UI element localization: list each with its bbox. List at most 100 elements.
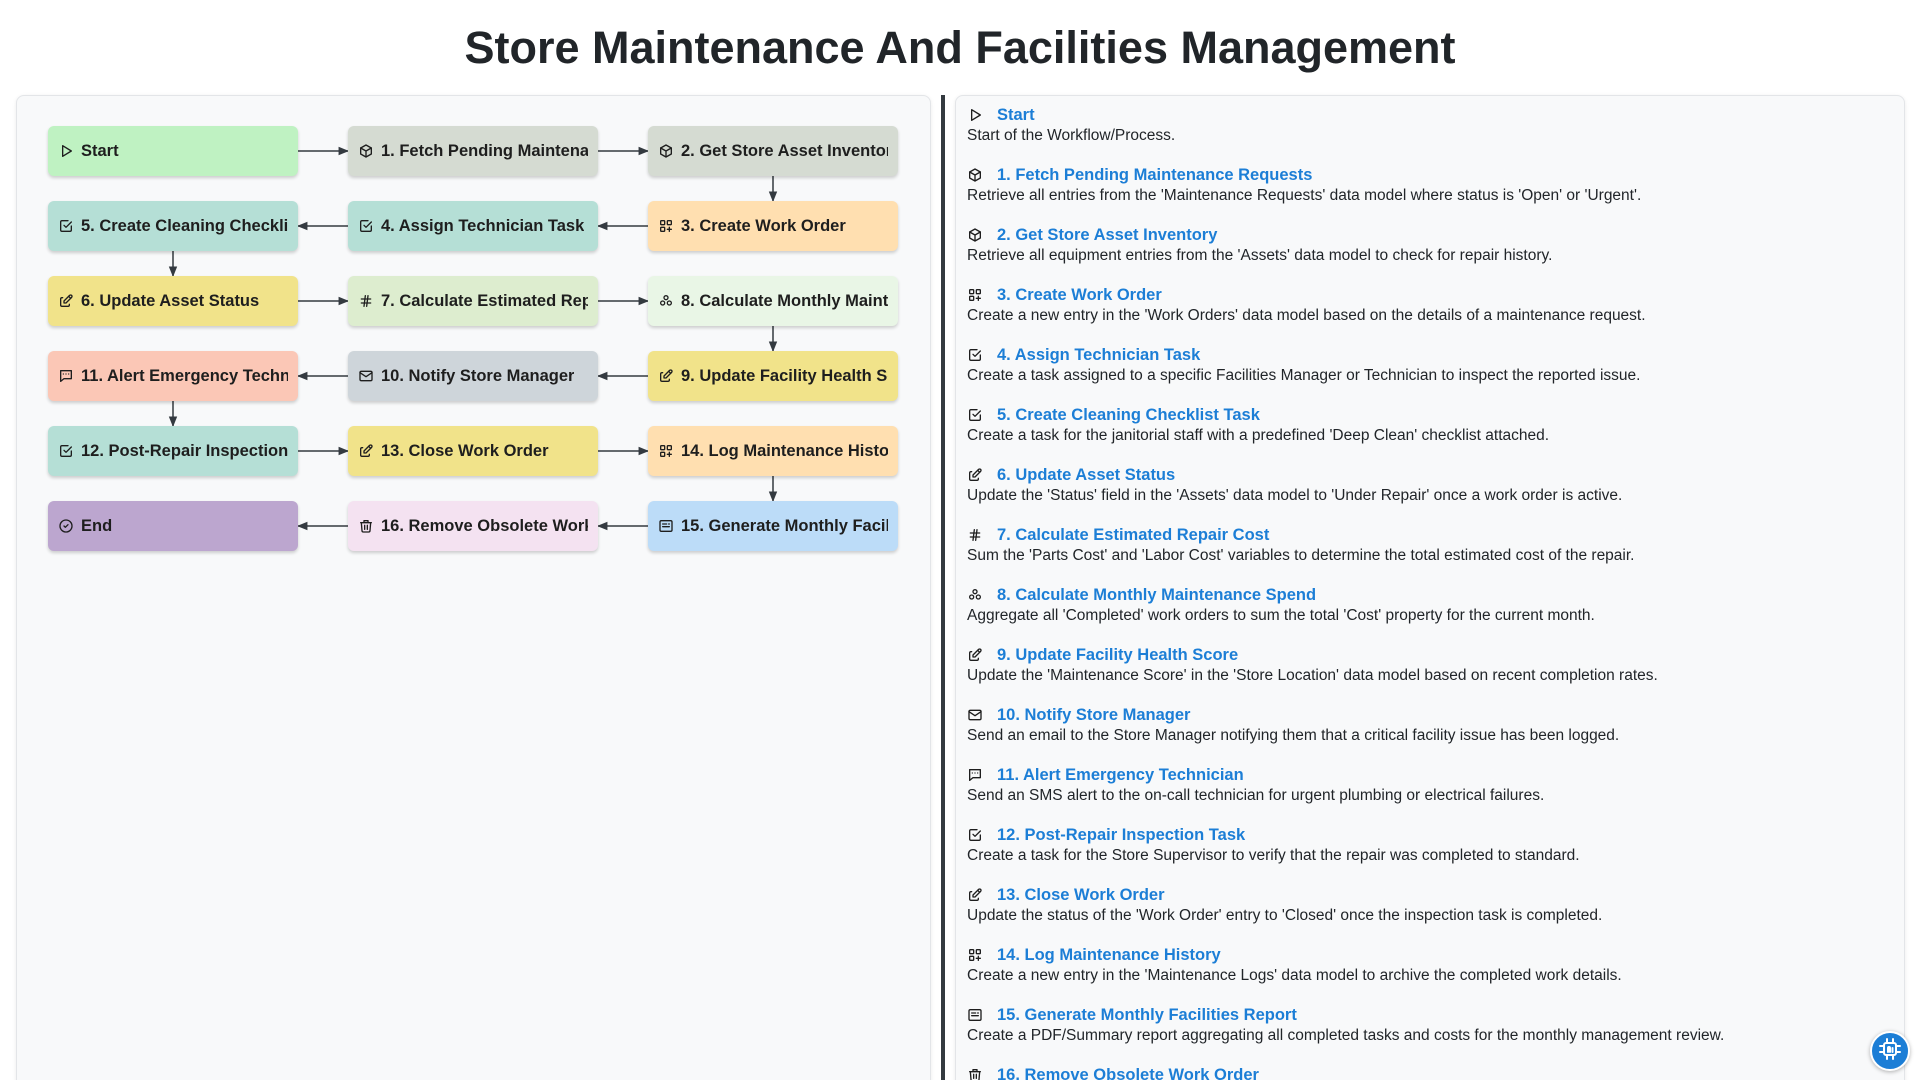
- cube-icon: [658, 143, 674, 159]
- step-title-link[interactable]: 1. Fetch Pending Maintenance Requests: [997, 166, 1312, 185]
- flow-node-label: 14. Log Maintenance History: [681, 441, 888, 460]
- flow-node-n10[interactable]: 10. Notify Store Manager: [348, 351, 598, 401]
- checkbox-icon: [358, 218, 374, 234]
- flow-node-label: 5. Create Cleaning Checklist Task: [81, 216, 288, 235]
- step-item: 7. Calculate Estimated Repair Cost Sum th…: [967, 524, 1897, 566]
- flow-node-n16[interactable]: 16. Remove Obsolete Work Order: [348, 501, 598, 551]
- step-title-link[interactable]: 13. Close Work Order: [997, 886, 1165, 905]
- edit-icon: [967, 467, 983, 483]
- step-title-link[interactable]: 11. Alert Emergency Technician: [997, 766, 1244, 785]
- steps-list: Start Start of the Workflow/Process. 1. Fe…: [967, 104, 1897, 1080]
- trash-icon: [967, 1067, 983, 1080]
- report-icon: [658, 518, 674, 534]
- edit-icon: [658, 368, 674, 384]
- step-title-link[interactable]: Start: [997, 106, 1035, 125]
- step-title-link[interactable]: 10. Notify Store Manager: [997, 706, 1190, 725]
- flow-node-label: End: [81, 516, 113, 535]
- step-title-link[interactable]: 12. Post-Repair Inspection Task: [997, 826, 1245, 845]
- checkbox-icon: [58, 218, 74, 234]
- flow-node-n12[interactable]: 12. Post-Repair Inspection Task: [48, 426, 298, 476]
- step-item: 13. Close Work Order Update the status of…: [967, 884, 1897, 926]
- message-icon: [58, 368, 74, 384]
- step-description: Retrieve all entries from the 'Maintenan…: [967, 187, 1642, 204]
- flow-node-n6[interactable]: 6. Update Asset Status: [48, 276, 298, 326]
- step-description: Create a new entry in the 'Maintenance L…: [967, 967, 1622, 984]
- flow-node-label: 2. Get Store Asset Inventory: [681, 141, 888, 160]
- step-item: 10. Notify Store Manager Send an email to…: [967, 704, 1897, 746]
- flow-node-n11[interactable]: 11. Alert Emergency Technician: [48, 351, 298, 401]
- step-title-link[interactable]: 7. Calculate Estimated Repair Cost: [997, 526, 1269, 545]
- flow-node-n13[interactable]: 13. Close Work Order: [348, 426, 598, 476]
- step-item: 12. Post-Repair Inspection Task Create a …: [967, 824, 1897, 866]
- flow-node-n2[interactable]: 2. Get Store Asset Inventory: [648, 126, 898, 176]
- flow-node-n7[interactable]: 7. Calculate Estimated Repair Cost: [348, 276, 598, 326]
- cube-icon: [358, 143, 374, 159]
- step-description: Create a task for the janitorial staff w…: [967, 427, 1550, 444]
- step-title-link[interactable]: 2. Get Store Asset Inventory: [997, 226, 1217, 245]
- checkbox-icon: [58, 443, 74, 459]
- step-item: 5. Create Cleaning Checklist Task Create …: [967, 404, 1897, 446]
- flow-node-n5[interactable]: 5. Create Cleaning Checklist Task: [48, 201, 298, 251]
- grid-plus-icon: [658, 218, 674, 234]
- panel-splitter[interactable]: [941, 95, 945, 1080]
- grid-plus-icon: [967, 947, 983, 963]
- step-description: Update the 'Status' field in the 'Assets…: [967, 487, 1623, 504]
- step-title-link[interactable]: 16. Remove Obsolete Work Order: [997, 1066, 1259, 1080]
- flow-node-n15[interactable]: 15. Generate Monthly Facilities Report: [648, 501, 898, 551]
- step-item: 14. Log Maintenance History Create a new …: [967, 944, 1897, 986]
- edit-icon: [967, 887, 983, 903]
- play-icon: [58, 143, 74, 159]
- step-title-link[interactable]: 15. Generate Monthly Facilities Report: [997, 1006, 1297, 1025]
- flow-node-n3[interactable]: 3. Create Work Order: [648, 201, 898, 251]
- steps-panel[interactable]: Start Start of the Workflow/Process. 1. Fe…: [955, 95, 1905, 1080]
- checkbox-icon: [967, 347, 983, 363]
- flow-node-label: 7. Calculate Estimated Repair Cost: [381, 291, 588, 310]
- flow-node-label: 16. Remove Obsolete Work Order: [381, 516, 588, 535]
- flow-node-label: 9. Update Facility Health Score: [681, 366, 888, 385]
- flow-node-n4[interactable]: 4. Assign Technician Task: [348, 201, 598, 251]
- step-title-link[interactable]: 4. Assign Technician Task: [997, 346, 1200, 365]
- chip-icon: [1878, 1037, 1902, 1066]
- step-item: 8. Calculate Monthly Maintenance Spend Ag…: [967, 584, 1897, 626]
- flow-node-n1[interactable]: 1. Fetch Pending Maintenance Requests: [348, 126, 598, 176]
- step-item: 1. Fetch Pending Maintenance Requests Ret…: [967, 164, 1897, 206]
- step-description: Start of the Workflow/Process.: [967, 127, 1176, 144]
- flow-node-label: 1. Fetch Pending Maintenance Requests: [381, 141, 588, 160]
- step-description: Update the 'Maintenance Score' in the 'S…: [967, 667, 1658, 684]
- step-title-link[interactable]: 8. Calculate Monthly Maintenance Spend: [997, 586, 1316, 605]
- step-item: 16. Remove Obsolete Work Order: [967, 1064, 1897, 1080]
- flow-node-end[interactable]: End: [48, 501, 298, 551]
- flow-node-n14[interactable]: 14. Log Maintenance History: [648, 426, 898, 476]
- step-item: 15. Generate Monthly Facilities Report Cr…: [967, 1004, 1897, 1046]
- step-item: Start Start of the Workflow/Process.: [967, 104, 1897, 146]
- page-title: Store Maintenance And Facilities Managem…: [464, 22, 1456, 73]
- flow-node-label: 15. Generate Monthly Facilities Report: [681, 516, 888, 535]
- flow-node-label: 6. Update Asset Status: [81, 291, 260, 310]
- step-title-link[interactable]: 3. Create Work Order: [997, 286, 1162, 305]
- ai-assistant-button[interactable]: [1870, 1031, 1910, 1071]
- step-title-link[interactable]: 14. Log Maintenance History: [997, 946, 1221, 965]
- mail-icon: [358, 368, 374, 384]
- flow-node-label: 4. Assign Technician Task: [381, 216, 585, 235]
- mail-icon: [967, 707, 983, 723]
- step-description: Send an email to the Store Manager notif…: [967, 727, 1620, 744]
- step-title-link[interactable]: 6. Update Asset Status: [997, 466, 1175, 485]
- step-description: Create a PDF/Summary report aggregating …: [967, 1027, 1725, 1044]
- flow-node-label: 8. Calculate Monthly Maintenance Spend: [681, 291, 888, 310]
- step-item: 6. Update Asset Status Update the 'Status…: [967, 464, 1897, 506]
- step-item: 4. Assign Technician Task Create a task a…: [967, 344, 1897, 386]
- flow-node-start[interactable]: Start: [48, 126, 298, 176]
- message-icon: [967, 767, 983, 783]
- step-title-link[interactable]: 5. Create Cleaning Checklist Task: [997, 406, 1260, 425]
- grid-plus-icon: [967, 287, 983, 303]
- step-item: 2. Get Store Asset Inventory Retrieve all…: [967, 224, 1897, 266]
- step-item: 3. Create Work Order Create a new entry i…: [967, 284, 1897, 326]
- step-title-link[interactable]: 9. Update Facility Health Score: [997, 646, 1238, 665]
- flow-node-label: 13. Close Work Order: [381, 441, 549, 460]
- flow-node-n8[interactable]: 8. Calculate Monthly Maintenance Spend: [648, 276, 898, 326]
- flow-node-n9[interactable]: 9. Update Facility Health Score: [648, 351, 898, 401]
- flow-node-label: 3. Create Work Order: [681, 216, 846, 235]
- edit-icon: [967, 647, 983, 663]
- step-description: Sum the 'Parts Cost' and 'Labor Cost' va…: [967, 547, 1635, 564]
- report-icon: [967, 1007, 983, 1023]
